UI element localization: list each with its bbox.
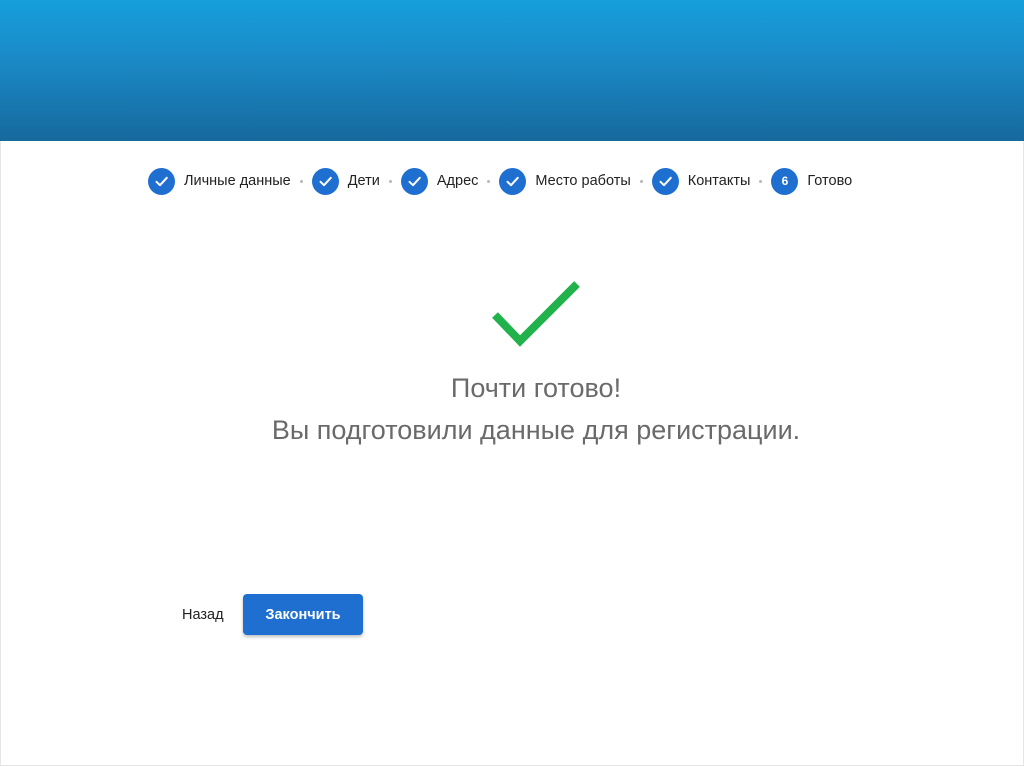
step-personal-data[interactable]: Личные данные	[148, 166, 291, 196]
step-completed-indicator	[311, 167, 339, 195]
header-banner	[0, 0, 1024, 141]
step-separator	[639, 179, 643, 183]
check-icon	[319, 176, 332, 186]
step-address[interactable]: Адрес	[400, 166, 479, 196]
finish-button[interactable]: Закончить	[243, 594, 363, 635]
step-workplace[interactable]: Место работы	[499, 166, 631, 196]
success-check-icon	[492, 281, 580, 347]
step-completed-indicator	[148, 167, 175, 195]
step-label: Готово	[807, 173, 853, 189]
step-separator	[388, 179, 392, 183]
step-label: Место работы	[535, 173, 631, 189]
check-icon	[408, 176, 421, 186]
step-completed-indicator	[499, 167, 527, 195]
step-label: Адрес	[436, 173, 479, 189]
step-label: Дети	[347, 173, 380, 189]
result-subtitle: Вы подготовили данные для регистрации.	[271, 415, 801, 445]
step-label: Контакты	[687, 173, 751, 189]
step-children[interactable]: Дети	[311, 166, 380, 196]
step-number: 6	[781, 174, 789, 188]
step-done[interactable]: 6 Готово	[771, 166, 852, 196]
step-separator	[299, 179, 303, 183]
step-completed-indicator	[400, 167, 428, 195]
check-icon	[506, 176, 520, 186]
step-current-indicator: 6	[771, 167, 799, 195]
step-separator	[487, 179, 491, 183]
stepper: Личные данные Дети Адрес Место работы Ко…	[148, 166, 852, 196]
step-separator	[759, 179, 763, 183]
step-label: Личные данные	[184, 173, 291, 189]
step-completed-indicator	[651, 167, 679, 195]
content-panel	[0, 141, 1024, 766]
step-contacts[interactable]: Контакты	[651, 166, 751, 196]
result-title: Почти готово!	[450, 373, 622, 403]
check-icon	[155, 176, 168, 186]
back-button[interactable]: Назад	[176, 597, 230, 633]
registration-page: Личные данные Дети Адрес Место работы Ко…	[0, 0, 1024, 767]
check-icon	[659, 176, 672, 186]
